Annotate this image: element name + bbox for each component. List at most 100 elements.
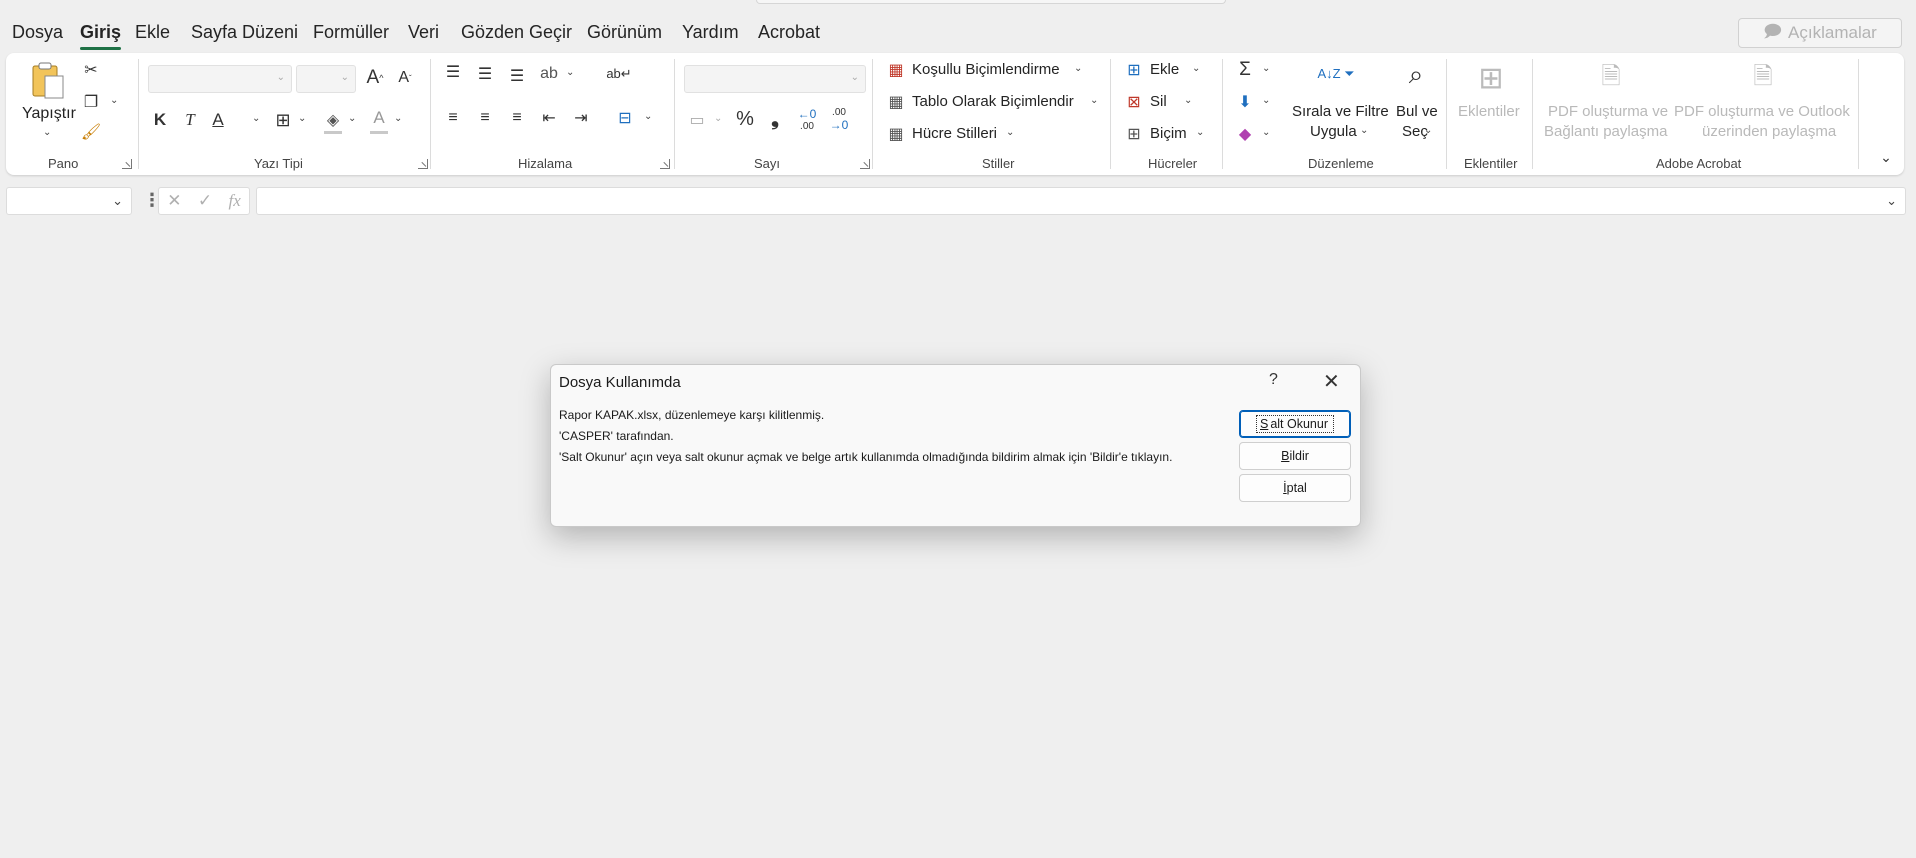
fill-color-bar [324, 131, 342, 134]
align-top-icon[interactable]: ☰ [442, 61, 464, 83]
cancel-entry-icon[interactable]: ✕ [167, 191, 181, 211]
tab-yardim[interactable]: Yardım [682, 22, 739, 43]
launcher-icon[interactable] [418, 159, 428, 169]
accounting-format-icon[interactable]: ▭ [686, 109, 708, 131]
group-label-hucreler: Hücreler [1148, 156, 1198, 171]
chevron-down-icon[interactable]: ⌄ [644, 111, 652, 122]
tab-acrobat[interactable]: Acrobat [758, 22, 820, 43]
tab-gozden-gecir[interactable]: Gözden Geçir [461, 22, 572, 43]
borders-icon[interactable]: ⊞ [272, 109, 294, 131]
tab-veri[interactable]: Veri [408, 22, 439, 43]
chevron-down-icon[interactable]: ⌄ [1262, 127, 1270, 138]
font-name-combo[interactable]: ⌄ [148, 65, 292, 93]
collapse-ribbon-icon[interactable]: ⌄ [1878, 149, 1894, 165]
decrease-indent-icon[interactable]: ⇤ [538, 107, 560, 129]
format-painter-icon[interactable]: 🖌 [80, 121, 102, 143]
name-box[interactable]: ⌄ [6, 187, 132, 215]
chevron-down-icon[interactable]: ⌄ [112, 193, 123, 209]
chevron-down-icon[interactable]: ⌄ [252, 113, 260, 124]
autosum-icon[interactable]: Σ [1234, 59, 1256, 81]
align-bottom-icon[interactable]: ☰ [506, 65, 528, 87]
orientation-icon[interactable]: ab [538, 63, 560, 85]
launcher-icon[interactable] [122, 159, 132, 169]
separator [430, 59, 431, 169]
paste-icon[interactable] [28, 59, 68, 101]
grow-font-icon[interactable]: A ^ [364, 67, 386, 89]
chevron-down-icon[interactable]: ⌄ [43, 127, 51, 138]
sort-filter-icon: A↓Z ⏷ [1317, 66, 1355, 81]
tab-gorunum[interactable]: Görünüm [587, 22, 662, 43]
chevron-down-icon[interactable]: ⌄ [348, 113, 356, 124]
file-in-use-dialog: Dosya Kullanımda ? ✕ Rapor KAPAK.xlsx, d… [550, 364, 1361, 527]
comments-button[interactable]: 🗩 Açıklamalar [1738, 18, 1902, 48]
fill-icon[interactable]: ⬇ [1234, 91, 1256, 113]
increase-decimal-button[interactable]: ←0.00 [794, 107, 820, 132]
tab-formuller[interactable]: Formüller [313, 22, 389, 43]
insert-function-icon[interactable]: fx [229, 191, 241, 211]
formula-buttons: ✕ ✓ fx [158, 187, 250, 215]
formula-input[interactable]: ⌄ [256, 187, 1906, 215]
pdf-icon: 🗎 [1601, 62, 1621, 90]
tab-ekle[interactable]: Ekle [135, 22, 170, 43]
group-label-stiller: Stiller [982, 156, 1015, 171]
font-color-button[interactable]: A [368, 107, 390, 129]
launcher-icon[interactable] [860, 159, 870, 169]
decrease-decimal-button[interactable]: .00 →0 [826, 107, 852, 132]
chevron-down-icon[interactable]: ⌄ [1262, 95, 1270, 106]
launcher-icon[interactable] [660, 159, 670, 169]
shrink-font-icon[interactable]: Aˇ [394, 67, 416, 89]
separator [674, 59, 675, 169]
paste-label[interactable]: Yapıştır [22, 105, 76, 123]
chevron-down-icon[interactable]: ⌄ [566, 67, 574, 78]
close-icon[interactable]: ✕ [1323, 369, 1340, 394]
addins-icon: ⊞ [1478, 61, 1504, 95]
title-strip [0, 0, 1916, 6]
comma-style-button[interactable]: ❟ [766, 107, 784, 131]
percent-button[interactable]: % [734, 107, 756, 131]
align-middle-icon[interactable]: ☰ [474, 63, 496, 85]
tab-giris[interactable]: Giriş [80, 22, 122, 50]
bold-button[interactable]: K [150, 109, 170, 131]
clear-icon[interactable]: ◆ [1234, 123, 1256, 145]
insert-cells-icon: ⊞ [1127, 62, 1141, 79]
chevron-down-icon[interactable]: ⌄ [298, 113, 306, 124]
separator [1222, 59, 1223, 169]
help-button[interactable]: ? [1269, 371, 1278, 389]
sort-filter-label-2: Uygula [1310, 123, 1357, 140]
chevron-down-icon: ⌄ [1192, 63, 1201, 74]
align-left-icon[interactable]: ≡ [442, 107, 464, 129]
italic-button[interactable]: T [180, 109, 200, 131]
chevron-down-icon[interactable]: ⌄ [714, 113, 722, 124]
cancel-button[interactable]: İptal [1239, 474, 1351, 502]
message-line: Rapor KAPAK.xlsx, düzenlemeye karşı kili… [559, 408, 825, 422]
separator [1858, 59, 1859, 169]
format-cells-label: Biçim [1150, 125, 1187, 142]
chevron-down-icon[interactable]: ⌄ [1262, 63, 1270, 74]
underline-button[interactable]: A [208, 109, 228, 131]
tab-dosya[interactable]: Dosya [12, 22, 63, 43]
ribbon: Yapıştır ⌄ ✂ ❐ ⌄ 🖌 Pano ⌄ ⌄ A ^ Aˇ K T A … [6, 53, 1904, 175]
group-label-yazi-tipi: Yazı Tipi [254, 156, 303, 171]
wrap-text-icon[interactable]: ab↵ [606, 61, 632, 87]
font-size-combo[interactable]: ⌄ [296, 65, 356, 93]
confirm-entry-icon[interactable]: ✓ [198, 191, 212, 211]
chevron-down-icon[interactable]: ⌄ [1886, 193, 1897, 209]
align-center-icon[interactable]: ≡ [474, 107, 496, 129]
separator [1532, 59, 1533, 169]
notify-button[interactable]: Bildir [1239, 442, 1351, 470]
chevron-down-icon[interactable]: ⌄ [394, 113, 402, 124]
tab-sayfa-duzeni[interactable]: Sayfa Düzeni [191, 22, 298, 43]
read-only-button[interactable]: Salt Okunur [1239, 410, 1351, 438]
font-color-bar [370, 131, 388, 134]
dialog-message: Rapor KAPAK.xlsx, düzenlemeye karşı kili… [559, 405, 1172, 468]
merge-center-icon[interactable]: ⊟ [614, 107, 636, 129]
chevron-down-icon[interactable]: ⌄ [110, 95, 118, 106]
group-label-pano: Pano [48, 156, 79, 171]
copy-icon[interactable]: ❐ [80, 91, 102, 113]
increase-indent-icon[interactable]: ⇥ [570, 107, 592, 129]
cut-icon[interactable]: ✂ [80, 59, 102, 81]
number-format-combo[interactable]: ⌄ [684, 65, 866, 93]
align-right-icon[interactable]: ≡ [506, 107, 528, 129]
group-stiller: ▦ Koşullu Biçimlendirme ⌄ ▦ Tablo Olarak… [876, 53, 1112, 175]
fill-color-icon[interactable]: ◈ [322, 109, 344, 131]
